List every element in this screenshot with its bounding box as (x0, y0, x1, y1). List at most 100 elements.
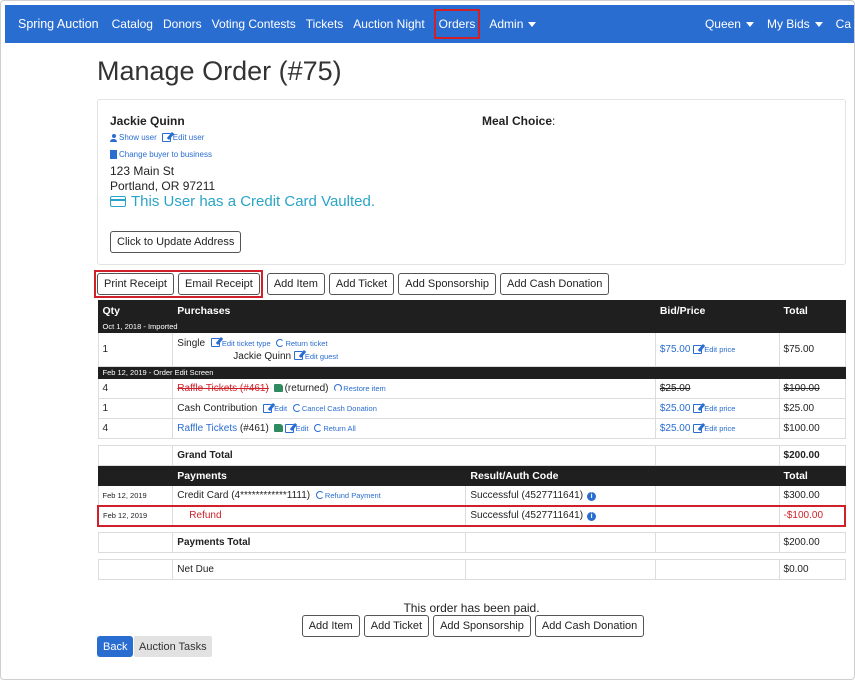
price-value[interactable]: $25.00 (660, 403, 691, 414)
update-address-button[interactable]: Click to Update Address (110, 231, 242, 253)
table-row: 1 Single Edit ticket type Return ticket … (97, 332, 846, 367)
brand-link[interactable]: Spring Auction (5, 17, 107, 31)
print-receipt-button[interactable]: Print Receipt (97, 273, 174, 295)
purchase-cell: Cash Contribution Edit Cancel Cash Donat… (172, 398, 656, 419)
email-receipt-button[interactable]: Email Receipt (177, 273, 260, 295)
group-label: Oct 1, 2018 - Imported (97, 320, 846, 333)
total-value: $100.00 (783, 383, 820, 394)
nav-voting-contests[interactable]: Voting Contests (207, 5, 301, 43)
payment-date: Feb 12, 2019 (97, 485, 174, 506)
add-item-button[interactable]: Add Item (266, 273, 325, 295)
payment-result: Successful (4527711641) (470, 489, 584, 501)
spacer-cell (98, 526, 845, 533)
spacer-row (98, 553, 845, 560)
footer-add-sponsorship-button[interactable]: Add Sponsorship (433, 615, 531, 637)
edit-ticket-type-link[interactable]: Edit ticket type (222, 339, 271, 348)
nav-admin[interactable]: Admin (484, 5, 541, 43)
navbar: Spring Auction Catalog Donors Voting Con… (5, 5, 854, 43)
undo-icon (276, 338, 285, 347)
meal-choice-label: Meal Choice: (482, 114, 555, 128)
back-button[interactable]: Back (97, 636, 134, 657)
auction-tasks-button[interactable]: Auction Tasks (134, 636, 212, 657)
cancel-cash-donation-link[interactable]: Cancel Cash Donation (302, 404, 377, 413)
edit-price-link[interactable]: Edit price (704, 404, 735, 413)
net-due-value: $0.00 (778, 559, 846, 580)
nav-donors[interactable]: Donors (158, 5, 207, 43)
user-name: Jackie Quinn (110, 114, 185, 128)
nav-catalog[interactable]: Catalog (107, 5, 158, 43)
edit-user-label: Edit user (172, 133, 205, 142)
payment-row: Feb 12, 2019 Credit Card (4************1… (97, 485, 846, 506)
edit-user-link[interactable]: Edit user (161, 133, 205, 143)
empty-cell (97, 559, 174, 580)
qty-cell: 1 (97, 332, 174, 367)
col-result: Result/Auth Code (465, 465, 656, 486)
add-sponsorship-button[interactable]: Add Sponsorship (398, 273, 497, 295)
show-user-label: Show user (119, 133, 157, 143)
edit-price-link[interactable]: Edit price (704, 424, 735, 433)
group-row: Oct 1, 2018 - Imported (97, 320, 846, 333)
spacer-row (98, 439, 845, 446)
footer-add-item-button[interactable]: Add Item (301, 615, 360, 637)
info-icon[interactable]: i (587, 512, 597, 521)
page-title: Manage Order (#75) (97, 56, 342, 86)
edit-icon (161, 133, 171, 143)
change-buyer-link[interactable]: Change buyer to business (110, 150, 212, 160)
nav-orders[interactable]: Orders (430, 5, 485, 43)
nav-tickets[interactable]: Tickets (301, 5, 349, 43)
meal-choice-colon: : (552, 114, 556, 128)
payments-total-label: Payments Total (172, 532, 467, 553)
nav-cart[interactable]: Ca (828, 5, 854, 43)
edit-link[interactable]: Edit (274, 404, 287, 413)
edit-guest-link[interactable]: Edit guest (305, 352, 338, 361)
payment-desc: Refund (189, 510, 222, 521)
price-value[interactable]: $25.00 (660, 423, 691, 434)
edit-icon (284, 423, 294, 433)
table-row: 4 Raffle Tickets (#461) Edit Return All … (97, 418, 846, 439)
nav-auction-night[interactable]: Auction Night (348, 5, 429, 43)
item-status: (returned) (284, 383, 329, 394)
table-row: 1 Cash Contribution Edit Cancel Cash Don… (97, 398, 846, 419)
purchase-cell: Raffle Tickets (#461) Edit Return All (172, 418, 656, 439)
footer-add-ticket-button[interactable]: Add Ticket (363, 615, 430, 637)
payment-total: -$100.00 (778, 504, 846, 527)
refund-payment-link[interactable]: Refund Payment (325, 491, 381, 500)
nav-user-menu[interactable]: Queen (700, 5, 759, 43)
edit-link[interactable]: Edit (296, 424, 309, 433)
col-bid-price: Bid/Price (654, 300, 780, 321)
building-icon (110, 150, 117, 160)
empty-cell (654, 504, 780, 527)
footer-add-cash-donation-button[interactable]: Add Cash Donation (534, 615, 645, 637)
order-table: Qty Purchases Bid/Price Total Oct 1, 201… (97, 300, 846, 580)
address-line2: Portland, OR 97211 (110, 179, 216, 193)
col-total: Total (778, 465, 846, 486)
item-name[interactable]: Raffle Tickets (177, 423, 237, 434)
guest-name: Jackie Quinn (233, 350, 292, 362)
credit-card-icon (110, 196, 126, 207)
return-all-link[interactable]: Return All (323, 424, 356, 433)
purchase-cell: Raffle Tickets (#461) (returned) Restore… (172, 378, 656, 399)
item-name[interactable]: Raffle Tickets (#461) (177, 383, 269, 394)
address-line1: 123 Main St (110, 164, 175, 178)
paid-message: This order has been paid. (403, 601, 540, 615)
guest-line: Jackie Quinn Edit guest (177, 351, 651, 362)
add-cash-donation-button[interactable]: Add Cash Donation (500, 273, 610, 295)
net-due-label: Net Due (172, 559, 467, 580)
add-ticket-button[interactable]: Add Ticket (328, 273, 395, 295)
nav-my-bids[interactable]: My Bids (759, 5, 828, 43)
show-user-link[interactable]: Show user (110, 133, 157, 142)
edit-icon (693, 423, 703, 433)
price-value[interactable]: $75.00 (660, 344, 691, 355)
info-icon[interactable]: i (587, 491, 597, 501)
empty-cell (465, 532, 656, 553)
total-cell: $100.00 (778, 378, 846, 399)
user-card: Jackie Quinn Meal Choice: Show user Edit… (97, 99, 846, 265)
return-ticket-link[interactable]: Return ticket (285, 339, 327, 348)
edit-price-link[interactable]: Edit price (704, 345, 735, 354)
restore-item-link[interactable]: Restore item (343, 384, 386, 393)
payments-header-row: Payments Result/Auth Code Total (97, 465, 846, 486)
price-cell: $75.00 Edit price (654, 332, 780, 367)
edit-icon (263, 403, 273, 413)
edit-icon (693, 403, 703, 413)
net-due-row: Net Due $0.00 (97, 559, 846, 580)
